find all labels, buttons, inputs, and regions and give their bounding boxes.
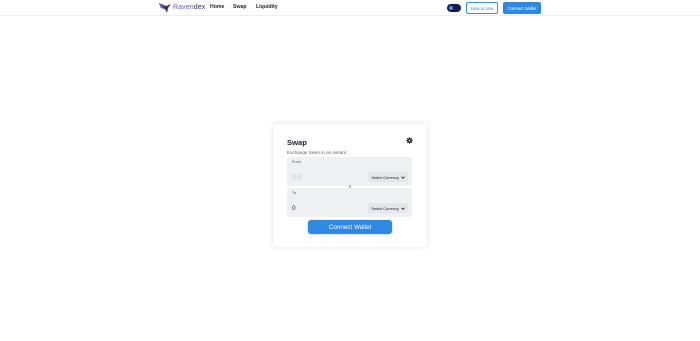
nav-link-home[interactable]: Home (210, 4, 224, 10)
to-amount-input[interactable] (292, 205, 352, 212)
swap-card: Swap Exchange token in an instant From S… (273, 124, 427, 247)
connect-wallet-button[interactable]: Connect Wallet (308, 220, 392, 234)
from-amount-input[interactable] (292, 174, 352, 181)
to-select-currency-button[interactable]: Select Currency (368, 203, 408, 213)
to-select-currency-label: Select Currency (371, 205, 399, 211)
top-navbar: Ravendex Home Swap Liquidity How to Use … (0, 0, 700, 16)
nav-link-liquidity[interactable]: Liquidity (256, 4, 278, 10)
gear-icon[interactable] (406, 137, 413, 144)
chevron-down-icon (401, 206, 405, 210)
connect-wallet-nav-button[interactable]: Connect Wallet (503, 2, 541, 14)
swap-subtitle: Exchange token in an instant (287, 150, 346, 155)
chevron-down-icon (401, 175, 405, 179)
nav-link-swap[interactable]: Swap (233, 4, 247, 10)
brand-name: Ravendex (173, 4, 206, 11)
from-label: From (292, 160, 301, 164)
bird-logo-icon (159, 2, 171, 13)
toggle-switch-icon (449, 6, 453, 10)
brand-logo[interactable]: Ravendex (158, 1, 205, 14)
from-select-currency-label: Select Currency (371, 174, 399, 180)
from-panel: From Select Currency (287, 157, 412, 186)
theme-toggle[interactable] (447, 4, 461, 12)
from-select-currency-button[interactable]: Select Currency (368, 172, 408, 182)
to-label: To (292, 191, 297, 195)
to-panel: To Select Currency (287, 188, 412, 217)
how-to-use-button[interactable]: How to Use (466, 2, 498, 14)
swap-title: Swap (287, 138, 307, 147)
